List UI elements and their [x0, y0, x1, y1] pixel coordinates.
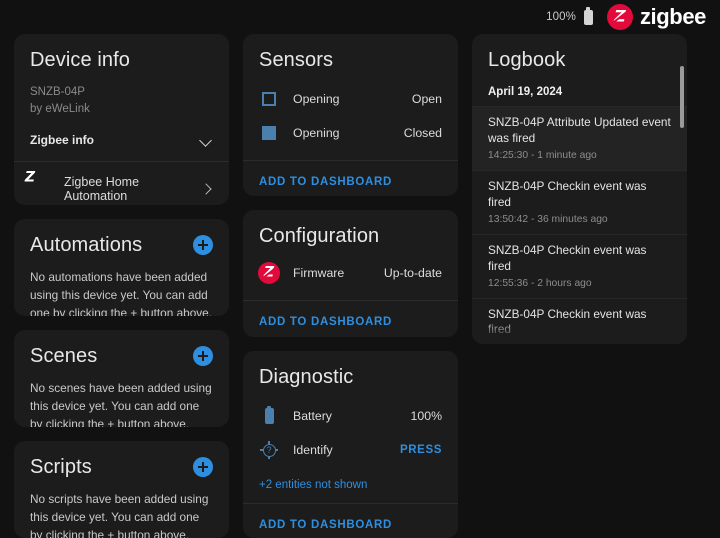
add-script-button[interactable]: [193, 457, 213, 477]
logbook-entry-message: SNZB-04P Checkin event was fired: [488, 243, 671, 275]
door-closed-icon: [259, 123, 279, 143]
entity-row[interactable]: ? Identify PRESS: [259, 433, 442, 467]
entity-state: Up-to-date: [384, 266, 442, 280]
identify-press-button[interactable]: PRESS: [400, 444, 442, 456]
column-left: Device info SNZB-04P by eWeLink Zigbee i…: [14, 34, 229, 538]
entity-state: Closed: [404, 126, 442, 140]
zigbee-info-expander[interactable]: Zigbee info: [30, 133, 213, 147]
logbook-entry-time: 13:50:42 - 36 minutes ago: [488, 214, 671, 225]
entity-state: Open: [412, 92, 442, 106]
list-item[interactable]: SNZB-04P Checkin event was fired 13:50:4…: [472, 170, 687, 234]
diagnostic-title: Diagnostic: [259, 365, 442, 389]
logbook-scrollbar-thumb[interactable]: [680, 66, 684, 128]
zigbee-icon: Z: [259, 263, 279, 283]
entity-state: 100%: [411, 409, 442, 423]
logbook-scroll-area[interactable]: April 19, 2024 SNZB-04P Attribute Update…: [472, 82, 687, 344]
list-item[interactable]: SNZB-04P Checkin event was fired 12:55:3…: [472, 234, 687, 298]
battery-icon: [584, 10, 593, 25]
crosshairs-question-icon: ?: [259, 440, 279, 460]
logbook-entry-message: SNZB-04P Checkin event was fired: [488, 307, 671, 339]
add-to-dashboard-button[interactable]: ADD TO DASHBOARD: [259, 519, 392, 531]
device-page-board: Device info SNZB-04P by eWeLink Zigbee i…: [0, 34, 720, 538]
zigbee-info-label: Zigbee info: [30, 133, 94, 147]
automations-card: Automations No automations have been add…: [14, 219, 229, 316]
zigbee-brand-label: zigbee: [640, 4, 706, 30]
integration-label: Zigbee Home Automation: [64, 175, 189, 203]
add-to-dashboard-button[interactable]: ADD TO DASHBOARD: [259, 176, 392, 188]
configuration-card: Configuration Z Firmware Up-to-date ADD …: [243, 210, 458, 337]
chevron-right-icon: [201, 183, 213, 195]
integration-row-zha[interactable]: Z Zigbee Home Automation: [14, 162, 229, 205]
scenes-empty-text: No scenes have been added using this dev…: [30, 380, 213, 427]
automations-empty-text: No automations have been added using thi…: [30, 269, 213, 316]
device-info-card: Device info SNZB-04P by eWeLink Zigbee i…: [14, 34, 229, 205]
logbook-title: Logbook: [488, 48, 671, 72]
add-scene-button[interactable]: [193, 346, 213, 366]
logbook-entry-message: SNZB-04P Attribute Updated event was fir…: [488, 115, 671, 147]
automations-title: Automations: [30, 233, 142, 257]
column-right: Logbook April 19, 2024 SNZB-04P Attribut…: [472, 34, 687, 538]
entity-name: Opening: [293, 92, 398, 106]
entity-name: Opening: [293, 126, 390, 140]
logbook-entry-time: 12:00:30 - 2 hours ago: [488, 341, 671, 344]
device-model-label: SNZB-04P: [30, 84, 213, 101]
scripts-empty-text: No scripts have been added using this de…: [30, 491, 213, 538]
top-bar: 100% Z zigbee: [0, 0, 720, 34]
scripts-title: Scripts: [30, 455, 92, 479]
device-manufacturer-label: by eWeLink: [30, 101, 213, 118]
entity-row[interactable]: Battery 100%: [259, 399, 442, 433]
scripts-card: Scripts No scripts have been added using…: [14, 441, 229, 538]
hidden-entities-link[interactable]: +2 entities not shown: [259, 479, 442, 491]
add-to-dashboard-button[interactable]: ADD TO DASHBOARD: [259, 316, 392, 328]
logbook-entry-message: SNZB-04P Checkin event was fired: [488, 179, 671, 211]
sensors-footer: ADD TO DASHBOARD: [243, 161, 458, 196]
battery-percent-label: 100%: [546, 11, 576, 23]
logbook-date-header: April 19, 2024: [472, 82, 687, 106]
battery-icon: [259, 406, 279, 426]
logbook-entry-time: 14:25:30 - 1 minute ago: [488, 150, 671, 161]
scenes-title: Scenes: [30, 344, 97, 368]
device-info-title: Device info: [30, 48, 213, 72]
zigbee-logo-icon: Z: [607, 4, 633, 30]
entity-name: Firmware: [293, 266, 370, 280]
sensors-title: Sensors: [259, 48, 442, 72]
configuration-title: Configuration: [259, 224, 442, 248]
zigbee-brand: Z zigbee: [607, 4, 706, 30]
list-item[interactable]: SNZB-04P Checkin event was fired 12:00:3…: [472, 298, 687, 344]
configuration-footer: ADD TO DASHBOARD: [243, 301, 458, 337]
diagnostic-footer: ADD TO DASHBOARD: [243, 504, 458, 538]
sensors-card: Sensors Opening Open Opening Closed: [243, 34, 458, 196]
diagnostic-card: Diagnostic Battery 100% ? Identify PRESS: [243, 351, 458, 538]
logbook-entry-time: 12:55:36 - 2 hours ago: [488, 278, 671, 289]
entity-name: Battery: [293, 409, 397, 423]
entity-row[interactable]: Z Firmware Up-to-date: [259, 256, 442, 290]
entity-row[interactable]: Opening Open: [259, 82, 442, 116]
column-middle: Sensors Opening Open Opening Closed: [243, 34, 458, 538]
chevron-down-icon: [200, 134, 213, 147]
list-item[interactable]: SNZB-04P Attribute Updated event was fir…: [472, 106, 687, 170]
logbook-card: Logbook April 19, 2024 SNZB-04P Attribut…: [472, 34, 687, 344]
entity-row[interactable]: Opening Closed: [259, 116, 442, 150]
door-open-icon: [259, 89, 279, 109]
zigbee-icon: Z: [30, 178, 52, 200]
add-automation-button[interactable]: [193, 235, 213, 255]
entity-name: Identify: [293, 443, 386, 457]
logbook-scrollbar[interactable]: [680, 66, 684, 338]
scenes-card: Scenes No scenes have been added using t…: [14, 330, 229, 427]
